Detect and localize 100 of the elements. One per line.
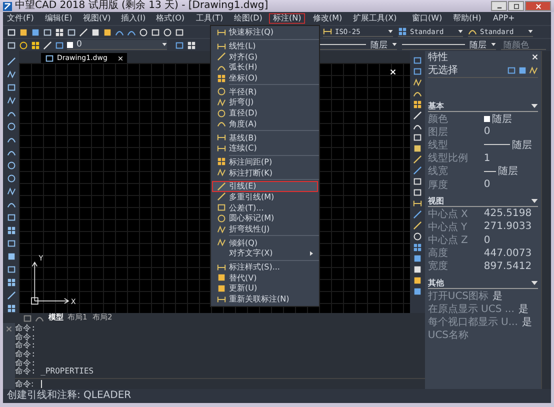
arc-icon[interactable]: [6, 109, 16, 118]
square-icon[interactable]: [103, 28, 112, 36]
property-value[interactable]: 是: [492, 288, 503, 303]
section-header[interactable]: 其他: [428, 277, 538, 290]
close-button[interactable]: [525, 1, 551, 11]
line-icon[interactable]: [6, 57, 16, 66]
square-icon[interactable]: [31, 28, 40, 36]
arc-icon[interactable]: [412, 89, 422, 98]
menu-item[interactable]: 连续(C): [212, 142, 318, 154]
plot-style-dropdown[interactable]: 随颜色: [501, 40, 546, 50]
menu-item[interactable]: 角度(A): [212, 118, 318, 130]
menu-item[interactable]: 半径(R): [212, 86, 318, 98]
grid-icon[interactable]: [6, 226, 16, 235]
menu-item[interactable]: 文件(F): [3, 13, 38, 24]
menu-item[interactable]: 标注打断(K): [212, 167, 318, 178]
menu-item[interactable]: 倾斜(Q): [212, 237, 318, 248]
menu-item[interactable]: 标注间距(P): [212, 156, 318, 168]
menu-item[interactable]: 视图(V): [78, 13, 114, 24]
grid-icon[interactable]: [412, 100, 422, 109]
menu-item[interactable]: 工具(T): [192, 13, 227, 24]
menu-item[interactable]: 直径(D): [212, 108, 318, 118]
selection-dropdown[interactable]: 无选择: [428, 63, 458, 77]
menu-item[interactable]: 插入(I): [117, 13, 150, 24]
section-header[interactable]: 视图: [428, 195, 538, 208]
square-icon[interactable]: [412, 276, 422, 285]
circle-icon[interactable]: [6, 161, 16, 170]
collapse-icon[interactable]: [531, 104, 538, 108]
line-icon[interactable]: [412, 155, 422, 164]
property-value[interactable]: 0: [484, 234, 490, 246]
menu-item[interactable]: 修改(M): [308, 13, 346, 24]
property-value[interactable]: 897.5412: [484, 260, 532, 272]
rectangle-icon[interactable]: [6, 265, 16, 274]
zigzag-icon[interactable]: [412, 78, 422, 87]
grid-icon[interactable]: [6, 278, 16, 287]
line-icon[interactable]: [412, 210, 422, 219]
rectangle-icon[interactable]: [6, 239, 16, 248]
menu-item[interactable]: 标注(N): [269, 13, 306, 24]
menu-item[interactable]: 线性(L): [212, 40, 318, 52]
minimize-button[interactable]: [491, 1, 507, 11]
collapse-icon[interactable]: [531, 280, 538, 285]
menu-item[interactable]: 对齐(G): [212, 51, 318, 62]
lineweight-dropdown[interactable]: 随层: [402, 40, 496, 50]
grid-icon[interactable]: [187, 40, 196, 50]
layer-dropdown[interactable]: 0: [67, 40, 167, 50]
arc-icon[interactable]: [412, 122, 422, 131]
menu-item[interactable]: 编辑(E): [40, 13, 76, 24]
grid-icon[interactable]: [31, 40, 40, 50]
menu-item[interactable]: 帮助(H): [449, 13, 486, 24]
menu-item[interactable]: 扩展工具(X): [348, 13, 401, 24]
grid-icon[interactable]: [6, 304, 16, 313]
menu-item[interactable]: 圆心标记(M): [212, 213, 318, 224]
menu-item[interactable]: 弧长(H): [212, 62, 318, 73]
collapse-icon[interactable]: [531, 198, 538, 203]
zigzag-icon[interactable]: [6, 187, 16, 196]
line-icon[interactable]: [412, 166, 422, 175]
dimension-icon[interactable]: [412, 199, 422, 208]
zigzag-icon[interactable]: [6, 96, 16, 105]
property-value[interactable]: 是: [518, 302, 528, 316]
maximize-button[interactable]: [508, 1, 524, 11]
square-icon[interactable]: [412, 254, 422, 263]
menu-item[interactable]: 快速标注(Q): [212, 27, 318, 38]
grid-icon[interactable]: [412, 243, 422, 252]
menu-item[interactable]: 更新(U): [212, 283, 318, 294]
property-value[interactable]: 0: [484, 179, 490, 190]
menu-item[interactable]: 格式(O): [152, 13, 189, 24]
circle-icon[interactable]: [163, 28, 172, 36]
circle-icon[interactable]: [412, 232, 422, 241]
menu-item[interactable]: 公差(T)...: [212, 202, 318, 213]
menu-item[interactable]: 对齐文字(X): [212, 248, 318, 259]
square-icon[interactable]: [412, 144, 422, 153]
rectangle-icon[interactable]: [6, 83, 16, 92]
line-icon[interactable]: [6, 291, 16, 300]
menu-item[interactable]: 绘图(D): [230, 13, 266, 24]
property-value[interactable]: 随层: [484, 112, 512, 126]
property-value[interactable]: 随层: [484, 138, 532, 152]
menu-item[interactable]: 重新关联标注(N): [212, 294, 318, 304]
arc-icon[interactable]: [6, 200, 16, 209]
square-icon[interactable]: [19, 28, 28, 36]
circle-icon[interactable]: [6, 122, 16, 131]
square-icon[interactable]: [412, 287, 422, 296]
circle-icon[interactable]: [19, 40, 28, 50]
menu-item[interactable]: 引线(E): [212, 180, 318, 192]
property-value[interactable]: 是: [522, 315, 532, 330]
square-icon[interactable]: [412, 265, 422, 274]
circle-icon[interactable]: [139, 28, 148, 36]
property-value[interactable]: 447.0073: [484, 248, 532, 259]
property-value[interactable]: 271.9033: [484, 221, 532, 232]
menu-item[interactable]: 标注样式(S)...: [212, 262, 318, 272]
zigzag-icon[interactable]: [529, 66, 538, 74]
square-icon[interactable]: [6, 252, 16, 261]
menu-item[interactable]: 坐标(O): [212, 72, 318, 84]
circle-icon[interactable]: [6, 174, 16, 183]
linetype-dropdown[interactable]: 随层: [320, 40, 398, 50]
line-icon[interactable]: [412, 221, 422, 230]
section-header[interactable]: 基本: [428, 100, 538, 112]
zigzag-icon[interactable]: [6, 70, 16, 79]
menu-item[interactable]: 替代(V): [212, 272, 318, 284]
property-value[interactable]: 425.5198: [484, 208, 532, 220]
menu-item[interactable]: 多重引线(M): [212, 192, 318, 202]
menu-item[interactable]: 折弯(J): [212, 97, 318, 108]
